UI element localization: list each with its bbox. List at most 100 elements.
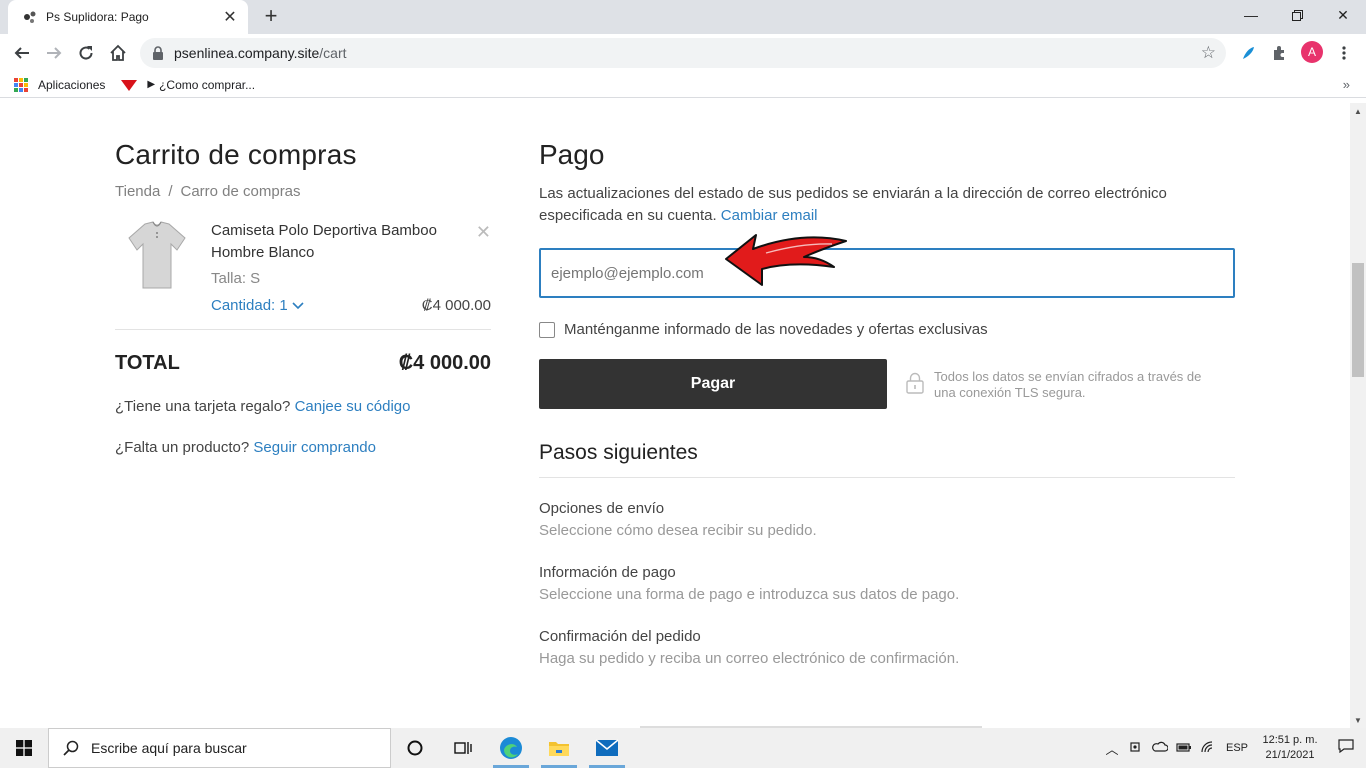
restore-icon[interactable]	[1274, 0, 1320, 30]
task-view-icon[interactable]	[439, 728, 487, 768]
email-field[interactable]	[539, 248, 1235, 298]
browser-tab[interactable]: Ps Suplidora: Pago ✕	[8, 0, 248, 34]
pay-button[interactable]: Pagar	[539, 359, 887, 409]
apps-grid-icon	[14, 77, 28, 92]
home-icon[interactable]	[106, 41, 130, 65]
payment-section: Pago Las actualizaciones del estado de s…	[539, 139, 1235, 670]
bookmark-apps-label: Aplicaciones	[38, 77, 106, 92]
change-email-link[interactable]: Cambiar email	[721, 207, 818, 224]
newsletter-row: Manténganme informado de las novedades y…	[539, 321, 1235, 338]
breadcrumb-separator: /	[168, 183, 173, 200]
file-explorer-icon[interactable]	[535, 728, 583, 768]
tray-clock[interactable]: 12:51 p. m. 21/1/2021	[1254, 733, 1326, 763]
product-name[interactable]: Camiseta Polo Deportiva Bamboo Hombre Bl…	[211, 220, 461, 264]
missing-product-text: ¿Falta un producto?	[115, 439, 250, 456]
newsletter-label[interactable]: Manténganme informado de las novedades y…	[564, 321, 988, 338]
red-triangle-icon	[121, 79, 138, 91]
taskbar-search-placeholder: Escribe aquí para buscar	[91, 740, 247, 756]
windows-start-icon[interactable]	[0, 728, 48, 768]
breadcrumb-cart: Carro de compras	[180, 183, 301, 200]
step-order-confirmation: Confirmación del pedido Haga su pedido y…	[539, 626, 1235, 670]
tray-wifi-icon[interactable]	[1196, 740, 1220, 757]
step-description: Seleccione cómo desea recibir su pedido.	[539, 522, 817, 539]
secure-note-text: Todos los datos se envían cifrados a tra…	[934, 369, 1202, 400]
notifications-icon[interactable]	[1326, 739, 1366, 757]
tray-meet-icon[interactable]	[1124, 740, 1148, 757]
tray-battery-icon[interactable]	[1172, 741, 1196, 756]
play-icon: ▶	[147, 79, 156, 90]
address-bar[interactable]: psenlinea.company.site/cart ☆	[140, 38, 1226, 68]
extensions-puzzle-icon[interactable]	[1268, 41, 1292, 65]
step-description: Haga su pedido y reciba un correo electr…	[539, 650, 960, 667]
step-title: Confirmación del pedido	[539, 628, 701, 645]
step-title: Información de pago	[539, 564, 676, 581]
page-viewport: Carrito de compras Tienda / Carro de compr…	[0, 103, 1350, 728]
lock-icon	[153, 46, 163, 60]
payment-title: Pago	[539, 139, 605, 170]
page-scrollbar[interactable]: ▲ ▼	[1350, 103, 1366, 728]
quantity-label: Cantidad: 1	[211, 297, 288, 314]
breadcrumb-store[interactable]: Tienda	[115, 183, 160, 200]
step-title: Opciones de envío	[539, 500, 665, 517]
total-label: TOTAL	[115, 352, 180, 374]
missing-product-row: ¿Falta un producto? Seguir comprando	[115, 439, 491, 456]
cart-title: Carrito de compras	[115, 139, 357, 170]
breadcrumb: Tienda / Carro de compras	[115, 183, 491, 200]
quantity-selector[interactable]: Cantidad: 1	[211, 297, 304, 314]
annotation-arrow-icon	[725, 234, 847, 286]
cart-section: Carrito de compras Tienda / Carro de compr…	[115, 139, 491, 456]
redeem-code-link[interactable]: Canjee su código	[295, 398, 411, 415]
url-host: psenlinea.company.site	[174, 45, 320, 61]
window-close-icon[interactable]: ✕	[1320, 0, 1366, 30]
product-size: Talla: S	[211, 270, 261, 287]
bookmark-apps[interactable]: Aplicaciones	[14, 77, 106, 92]
reload-icon[interactable]	[74, 41, 98, 65]
step-payment-info: Información de pago Seleccione una forma…	[539, 562, 1235, 606]
url-path: /cart	[319, 45, 347, 61]
url-text: psenlinea.company.site/cart	[174, 45, 347, 61]
tray-onedrive-icon[interactable]	[1148, 741, 1172, 756]
tab-close-icon[interactable]: ✕	[222, 7, 238, 27]
step-description: Seleccione una forma de pago e introduzc…	[539, 586, 960, 603]
product-price: ₡4 000.00	[421, 297, 491, 314]
scrollbar-thumb[interactable]	[1352, 263, 1364, 377]
remove-item-icon[interactable]: ✕	[476, 222, 491, 243]
tray-language[interactable]: ESP	[1220, 742, 1254, 754]
browser-menu-icon[interactable]	[1332, 41, 1356, 65]
tray-chevron-up-icon[interactable]: ︿	[1100, 739, 1124, 758]
cart-total: TOTAL ₡4 000.00	[115, 352, 491, 382]
cart-item: Camiseta Polo Deportiva Bamboo Hombre Bl…	[115, 220, 491, 330]
tray-date: 21/1/2021	[1265, 749, 1315, 761]
new-tab-icon[interactable]: +	[258, 4, 284, 30]
bookmark-star-icon[interactable]: ☆	[1201, 43, 1216, 63]
bookmark-como-comprar[interactable]: ▶ ¿Como comprar...	[121, 78, 255, 92]
back-icon[interactable]	[10, 41, 34, 65]
next-steps-title: Pasos siguientes	[539, 441, 1235, 478]
continue-shopping-link[interactable]: Seguir comprando	[253, 439, 376, 456]
edge-browser-icon[interactable]	[487, 728, 535, 768]
scroll-up-icon[interactable]: ▲	[1350, 103, 1366, 119]
profile-avatar[interactable]: A	[1301, 41, 1323, 63]
search-icon	[63, 740, 79, 756]
bookmarks-overflow-icon[interactable]: »	[1343, 77, 1350, 92]
browser-tab-bar: Ps Suplidora: Pago ✕ + — ✕	[0, 0, 1366, 34]
mail-icon[interactable]	[583, 728, 631, 768]
taskbar-search-input[interactable]: Escribe aquí para buscar	[48, 728, 391, 768]
newsletter-checkbox[interactable]	[539, 321, 555, 338]
extension-feather-icon[interactable]	[1236, 41, 1260, 65]
padlock-icon	[906, 372, 924, 394]
chevron-down-icon	[292, 302, 304, 310]
step-shipping: Opciones de envío Seleccione cómo desea …	[539, 498, 1235, 542]
gift-card-row: ¿Tiene una tarjeta regalo? Canjee su cód…	[115, 398, 491, 415]
forward-icon[interactable]	[42, 41, 66, 65]
total-amount: ₡4 000.00	[398, 352, 491, 374]
cortana-icon[interactable]	[391, 728, 439, 768]
tray-time: 12:51 p. m.	[1262, 734, 1318, 746]
scroll-down-icon[interactable]: ▼	[1350, 712, 1366, 728]
taskbar: Escribe aquí para buscar ︿ ESP 12:51 p. …	[0, 728, 1366, 768]
minimize-icon[interactable]: —	[1228, 0, 1274, 30]
product-thumbnail[interactable]	[127, 220, 187, 290]
gift-card-text: ¿Tiene una tarjeta regalo?	[115, 398, 291, 415]
site-favicon-icon	[22, 9, 38, 25]
system-tray: ︿ ESP 12:51 p. m. 21/1/2021	[1100, 728, 1366, 768]
